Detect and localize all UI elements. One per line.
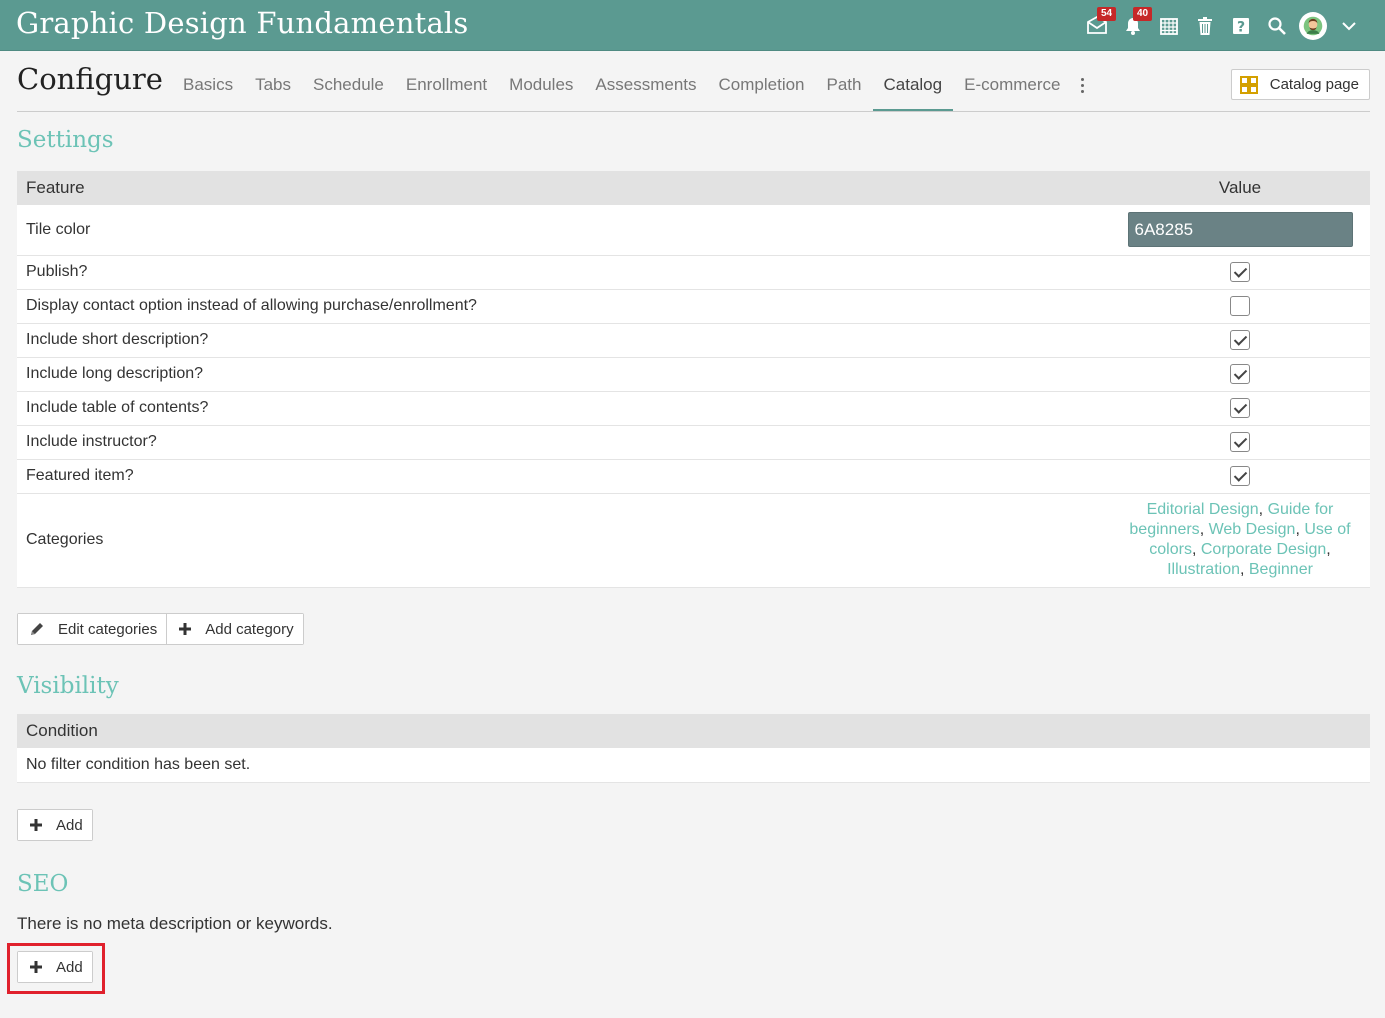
category-link[interactable]: Beginner xyxy=(1249,561,1313,578)
long-description-checkbox[interactable] xyxy=(1230,364,1250,384)
table-row: Featured item? xyxy=(17,459,1370,494)
app-title: Graphic Design Fundamentals xyxy=(16,6,469,40)
long-description-label: Include long description? xyxy=(17,357,1110,392)
publish-checkbox[interactable] xyxy=(1230,262,1250,282)
settings-header-row: Feature Value xyxy=(17,171,1370,205)
category-link[interactable]: Illustration xyxy=(1167,561,1240,578)
avatar-button[interactable] xyxy=(1295,0,1331,51)
add-visibility-label: Add xyxy=(56,816,83,834)
seo-title: SEO xyxy=(17,871,69,897)
edit-categories-label: Edit categories xyxy=(58,620,158,638)
visibility-button-group: Add xyxy=(17,809,93,841)
visibility-title: Visibility xyxy=(17,673,119,699)
tab-enrollment[interactable]: Enrollment xyxy=(395,70,498,112)
top-bar: Graphic Design Fundamentals 54 40 ? xyxy=(0,0,1385,51)
search-icon[interactable] xyxy=(1259,0,1295,51)
header-divider xyxy=(17,111,1370,112)
table-row: Publish? xyxy=(17,255,1370,290)
visibility-empty-text: No filter condition has been set. xyxy=(17,748,1370,783)
categories-label: Categories xyxy=(17,493,1110,588)
catalog-page-button[interactable]: Catalog page xyxy=(1230,69,1370,100)
more-tabs-button[interactable] xyxy=(1071,70,1093,112)
more-vertical-icon xyxy=(1080,76,1084,112)
category-link[interactable]: Web Design xyxy=(1209,521,1296,538)
contact-option-checkbox[interactable] xyxy=(1230,296,1250,316)
seo-empty-text: There is no meta description or keywords… xyxy=(17,914,333,933)
tile-color-input[interactable]: 6A8285 xyxy=(1127,212,1353,248)
featured-item-label: Featured item? xyxy=(17,459,1110,494)
plus-icon xyxy=(30,819,42,831)
add-category-label: Add category xyxy=(205,620,294,638)
publish-label: Publish? xyxy=(17,255,1110,290)
contact-option-label: Display contact option instead of allowi… xyxy=(17,289,1110,324)
table-of-contents-label: Include table of contents? xyxy=(17,391,1110,426)
edit-categories-button[interactable]: Edit categories xyxy=(18,614,167,644)
table-of-contents-checkbox[interactable] xyxy=(1230,398,1250,418)
table-row: Tile color 6A8285 xyxy=(17,205,1370,256)
notifications-badge: 40 xyxy=(1133,7,1153,21)
table-row: Categories Editorial Design, Guide for b… xyxy=(17,493,1370,588)
avatar xyxy=(1299,11,1327,40)
messages-icon[interactable]: 54 xyxy=(1079,0,1117,51)
tab-e-commerce[interactable]: E-commerce xyxy=(953,70,1071,112)
tab-modules[interactable]: Modules xyxy=(498,70,584,112)
visibility-table: Condition No filter condition has been s… xyxy=(17,714,1370,783)
feature-column-header: Feature xyxy=(17,171,1110,205)
settings-table: Feature Value Tile color 6A8285 Publish?… xyxy=(17,171,1370,588)
page-title: Configure xyxy=(17,62,163,96)
tab-basics[interactable]: Basics xyxy=(172,70,244,112)
calendar-icon[interactable] xyxy=(1151,0,1187,51)
plus-icon xyxy=(179,623,192,635)
categories-button-group: Edit categories Add category xyxy=(17,613,304,645)
tab-assessments[interactable]: Assessments xyxy=(584,70,707,112)
featured-item-checkbox[interactable] xyxy=(1230,466,1250,486)
tab-tabs[interactable]: Tabs xyxy=(244,70,302,112)
visibility-header-row: Condition xyxy=(17,714,1370,748)
tab-catalog[interactable]: Catalog xyxy=(872,70,954,112)
pencil-icon xyxy=(31,623,43,635)
messages-badge: 54 xyxy=(1097,7,1117,21)
short-description-label: Include short description? xyxy=(17,323,1110,358)
notifications-icon[interactable]: 40 xyxy=(1115,0,1153,51)
category-link[interactable]: Editorial Design xyxy=(1147,501,1259,518)
add-category-button[interactable]: Add category xyxy=(166,614,303,644)
config-tabs: Basics Tabs Schedule Enrollment Modules … xyxy=(172,70,1093,112)
tab-completion[interactable]: Completion xyxy=(708,70,816,112)
categories-list: Editorial Design, Guide for beginners, W… xyxy=(1129,501,1351,578)
add-visibility-condition-button[interactable]: Add xyxy=(18,810,92,840)
table-row: No filter condition has been set. xyxy=(17,748,1370,783)
category-link[interactable]: Corporate Design xyxy=(1201,541,1326,558)
catalog-grid-icon xyxy=(1239,75,1258,94)
svg-text:?: ? xyxy=(1237,19,1245,35)
instructor-label: Include instructor? xyxy=(17,425,1110,460)
condition-column-header: Condition xyxy=(17,714,1370,748)
settings-title: Settings xyxy=(17,127,114,153)
table-row: Include table of contents? xyxy=(17,391,1370,426)
highlight-box xyxy=(7,943,105,994)
tab-path[interactable]: Path xyxy=(816,70,873,112)
catalog-page-label: Catalog page xyxy=(1269,76,1359,93)
instructor-checkbox[interactable] xyxy=(1230,432,1250,452)
table-row: Display contact option instead of allowi… xyxy=(17,289,1370,324)
tile-color-label: Tile color xyxy=(17,205,1110,256)
table-row: Include long description? xyxy=(17,357,1370,392)
help-icon[interactable]: ? xyxy=(1223,0,1259,51)
trash-icon[interactable] xyxy=(1187,0,1223,51)
tab-schedule[interactable]: Schedule xyxy=(302,70,395,112)
value-column-header: Value xyxy=(1110,171,1370,205)
short-description-checkbox[interactable] xyxy=(1230,330,1250,350)
table-row: Include instructor? xyxy=(17,425,1370,460)
table-row: Include short description? xyxy=(17,323,1370,358)
chevron-down-icon[interactable] xyxy=(1331,0,1367,51)
top-icons: 54 40 ? xyxy=(1079,0,1367,51)
